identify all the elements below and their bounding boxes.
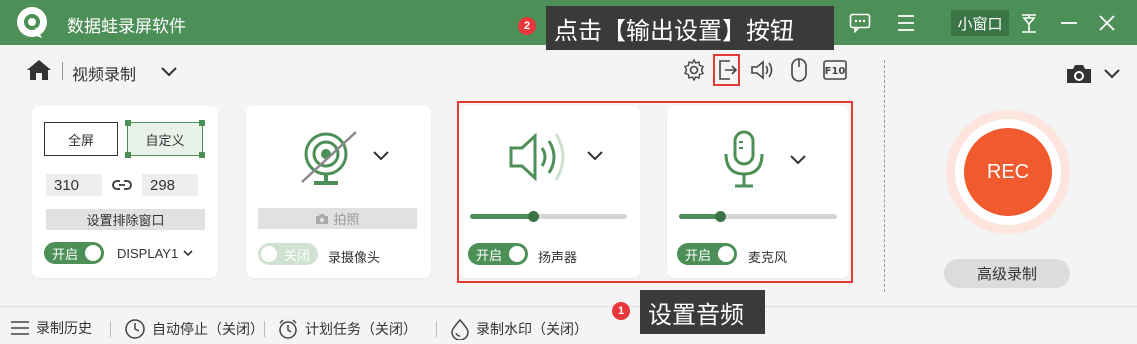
panel-divider xyxy=(884,60,885,292)
width-input[interactable]: 310 xyxy=(46,174,102,196)
menu-icon[interactable] xyxy=(891,8,921,38)
exclude-window-button[interactable]: 设置排除窗口 xyxy=(46,209,205,230)
alarm-clock-icon xyxy=(279,319,297,339)
camera-label: 录摄像头 xyxy=(328,250,381,265)
list-icon xyxy=(11,321,29,335)
record-mode-label[interactable]: 视频录制 xyxy=(72,61,136,85)
header-separator xyxy=(62,62,63,80)
screenshot-camera-icon[interactable] xyxy=(1063,60,1095,88)
custom-area-button[interactable]: 自定义 xyxy=(127,122,203,156)
advanced-record-button[interactable]: 高级录制 xyxy=(944,259,1070,288)
record-history-link[interactable]: 录制历史 xyxy=(10,318,92,338)
mouse-settings-icon[interactable] xyxy=(785,56,813,84)
snapshot-button[interactable]: 拍照 xyxy=(258,208,417,229)
home-icon[interactable] xyxy=(26,58,52,82)
watermark-link[interactable]: 录制水印（关闭） xyxy=(450,318,588,340)
chevron-down-icon[interactable] xyxy=(158,62,180,82)
clock-icon xyxy=(125,319,145,339)
screenshot-chevron-down-icon[interactable] xyxy=(1101,64,1123,84)
schedule-task-link[interactable]: 计划任务（关闭） xyxy=(277,318,417,340)
app-title: 数据蛙录屏软件 xyxy=(67,17,186,36)
screen-toggle[interactable]: 开启 xyxy=(44,242,104,264)
fullscreen-button[interactable]: 全屏 xyxy=(44,122,118,156)
hotkey-f10-icon[interactable]: F10 xyxy=(821,56,849,84)
display-chevron-down-icon[interactable] xyxy=(181,246,195,260)
minimize-icon[interactable] xyxy=(1054,8,1084,38)
camera-small-icon xyxy=(316,213,329,224)
rec-button[interactable]: REC xyxy=(964,128,1052,216)
webcam-off-icon xyxy=(301,131,357,185)
speaker-settings-icon[interactable] xyxy=(748,56,776,84)
close-icon[interactable] xyxy=(1092,8,1122,38)
step-badge-2: 2 xyxy=(518,17,536,35)
water-drop-icon xyxy=(451,318,469,340)
bottom-callout: 设置音频 xyxy=(640,290,765,334)
camera-toggle[interactable]: 关闭 xyxy=(258,243,318,265)
top-callout: 点击【输出设置】按钮 xyxy=(546,6,834,50)
screen-area-card: 全屏 自定义 310 298 设置排除窗口 开启 DISPLAY1 xyxy=(32,106,218,278)
height-input[interactable]: 298 xyxy=(142,174,198,196)
step-badge-1: 1 xyxy=(612,302,630,320)
feedback-icon[interactable] xyxy=(845,8,875,38)
pin-icon[interactable] xyxy=(1014,8,1044,38)
link-ratio-icon[interactable] xyxy=(112,177,132,193)
mini-window-button[interactable]: 小窗口 xyxy=(951,10,1009,36)
output-settings-highlight xyxy=(713,54,740,86)
svg-text:F10: F10 xyxy=(825,66,846,77)
audio-settings-highlight xyxy=(457,101,853,283)
app-logo-icon xyxy=(17,7,47,38)
settings-gear-icon[interactable] xyxy=(680,56,708,84)
camera-chevron-down-icon[interactable] xyxy=(370,146,392,166)
camera-card: 拍照 关闭 录摄像头 xyxy=(246,106,431,278)
auto-stop-link[interactable]: 自动停止（关闭） xyxy=(124,318,264,340)
display-select[interactable]: DISPLAY1 xyxy=(117,246,178,261)
footer-bar: 录制历史 自动停止（关闭） 计划任务（关闭） 录制水印（关闭） xyxy=(0,306,1137,344)
